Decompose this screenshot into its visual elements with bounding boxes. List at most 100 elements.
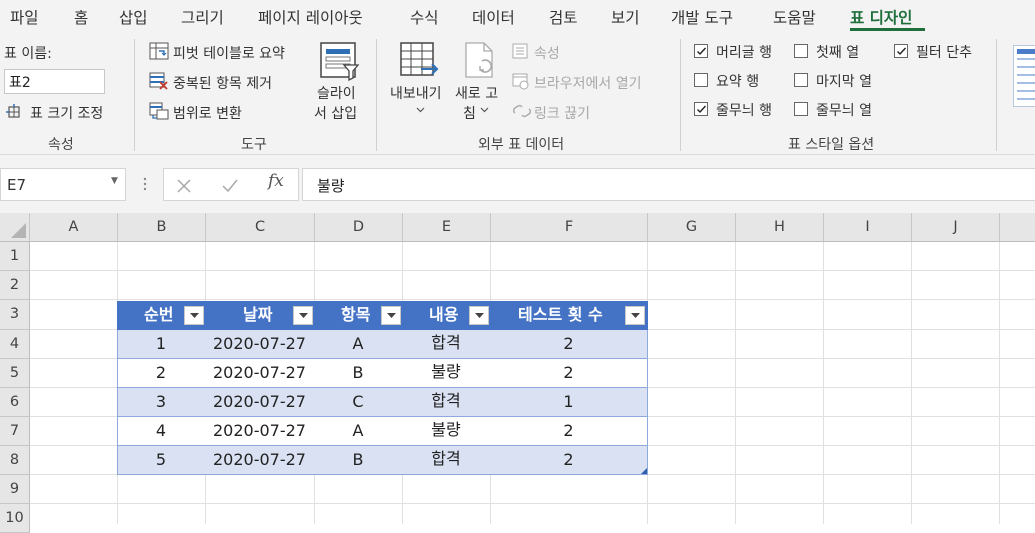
- row-header-7[interactable]: 7: [0, 417, 30, 446]
- convert-to-range-label: 범위로 변환: [173, 103, 242, 123]
- table-cell[interactable]: 2020-07-27: [205, 388, 314, 417]
- table-cell[interactable]: B: [314, 359, 402, 388]
- enter-icon[interactable]: [222, 179, 238, 193]
- table-cell[interactable]: 1: [490, 388, 647, 417]
- column-header-d[interactable]: D: [315, 213, 403, 242]
- checkbox-box: [694, 44, 708, 58]
- group-label-tools: 도구: [241, 134, 267, 154]
- row-header-9[interactable]: 9: [0, 475, 30, 504]
- row-header-2[interactable]: 2: [0, 271, 30, 300]
- browser-icon: [512, 73, 530, 90]
- group-divider: [996, 39, 997, 151]
- formula-input[interactable]: 불량: [302, 168, 1035, 201]
- column-header-e[interactable]: E: [403, 213, 491, 242]
- table-resize-handle-icon[interactable]: [641, 468, 647, 474]
- row-header-3[interactable]: 3: [0, 300, 30, 330]
- gridline: [735, 242, 736, 524]
- column-header-h[interactable]: H: [736, 213, 824, 242]
- table-header-cell[interactable]: 내용: [402, 301, 490, 330]
- row-header-10[interactable]: 10: [0, 504, 30, 533]
- table-cell[interactable]: 3: [117, 388, 205, 417]
- row-header-8[interactable]: 8: [0, 446, 30, 475]
- table-cell[interactable]: 합격: [402, 445, 490, 474]
- tab-review[interactable]: 검토: [549, 6, 578, 28]
- table-cell[interactable]: 5: [117, 446, 205, 475]
- row-header-1[interactable]: 1: [0, 242, 30, 271]
- tab-file[interactable]: 파일: [10, 6, 39, 28]
- tab-help[interactable]: 도움말: [773, 6, 816, 28]
- table-cell[interactable]: 4: [117, 417, 205, 446]
- table-header-cell[interactable]: 항목: [314, 301, 402, 330]
- column-header-k[interactable]: [1000, 213, 1035, 242]
- table-cell[interactable]: 합격: [402, 329, 490, 358]
- column-header-f[interactable]: F: [491, 213, 648, 242]
- table-header-cell[interactable]: 날짜: [205, 301, 314, 330]
- pivot-table-icon: [149, 42, 169, 60]
- resize-table-icon: [6, 104, 22, 120]
- slicer-label-line2: 서 삽입: [314, 103, 357, 123]
- column-header-b[interactable]: B: [118, 213, 206, 242]
- row-header-5[interactable]: 5: [0, 359, 30, 388]
- table-style-gallery-item[interactable]: [1013, 45, 1035, 107]
- formula-bar: E7 ▼ fx 불량: [0, 155, 1035, 213]
- table-cell[interactable]: 2020-07-27: [205, 417, 314, 446]
- name-box-dropdown-icon[interactable]: ▼: [111, 176, 118, 186]
- filter-dropdown-button[interactable]: [184, 306, 204, 325]
- tab-data[interactable]: 데이터: [472, 6, 515, 28]
- gridline: [30, 299, 1035, 300]
- cancel-icon[interactable]: [177, 179, 191, 193]
- gridline: [30, 503, 1035, 504]
- table-name-input[interactable]: [4, 69, 105, 94]
- table-cell[interactable]: 2: [490, 417, 647, 446]
- table-cell[interactable]: 합격: [402, 387, 490, 416]
- row-header-4[interactable]: 4: [0, 330, 30, 359]
- tab-draw[interactable]: 그리기: [181, 6, 224, 28]
- table-cell[interactable]: A: [314, 417, 402, 446]
- insert-function-icon[interactable]: fx: [268, 171, 284, 191]
- table-cell[interactable]: 불량: [402, 358, 490, 387]
- column-header-g[interactable]: G: [648, 213, 736, 242]
- filter-dropdown-button[interactable]: [469, 306, 489, 325]
- table-header-cell[interactable]: 순번: [117, 301, 205, 330]
- table-cell[interactable]: 2020-07-27: [205, 359, 314, 388]
- tab-view[interactable]: 보기: [611, 6, 640, 28]
- checkmark-icon: [696, 104, 707, 115]
- filter-dropdown-button[interactable]: [381, 306, 401, 325]
- group-divider: [134, 39, 135, 151]
- gridline: [30, 270, 1035, 271]
- table-cell[interactable]: 1: [117, 330, 205, 359]
- active-tab-indicator: [850, 28, 925, 31]
- table-cell[interactable]: B: [314, 446, 402, 475]
- table-cell[interactable]: 2020-07-27: [205, 446, 314, 475]
- table-header-cell[interactable]: 테스트 횟 수: [490, 301, 648, 330]
- tab-insert[interactable]: 삽입: [119, 6, 148, 28]
- select-all-corner[interactable]: [0, 213, 30, 242]
- table-cell[interactable]: 2: [490, 446, 647, 475]
- column-header-a[interactable]: A: [30, 213, 118, 242]
- table-cell[interactable]: 2020-07-27: [205, 330, 314, 359]
- column-header-j[interactable]: J: [912, 213, 1000, 242]
- first-column-label: 첫째 열: [816, 42, 859, 62]
- table-cell[interactable]: A: [314, 330, 402, 359]
- column-header-c[interactable]: C: [206, 213, 315, 242]
- table-cell[interactable]: 2: [490, 330, 647, 359]
- column-header-i[interactable]: I: [824, 213, 912, 242]
- gridline: [911, 242, 912, 524]
- tab-developer[interactable]: 개발 도구: [671, 6, 733, 28]
- total-row-label: 요약 행: [716, 71, 759, 91]
- table-cell[interactable]: 2: [490, 359, 647, 388]
- table-cell-active[interactable]: 불량: [402, 416, 490, 445]
- name-box[interactable]: E7: [0, 168, 126, 201]
- gridline: [999, 242, 1000, 524]
- tab-page-layout[interactable]: 페이지 레이아웃: [258, 6, 363, 28]
- tab-table-design[interactable]: 표 디자인: [850, 6, 912, 28]
- row-header-6[interactable]: 6: [0, 388, 30, 417]
- tab-formulas[interactable]: 수식: [410, 6, 439, 28]
- filter-dropdown-button[interactable]: [293, 306, 313, 325]
- filter-dropdown-button[interactable]: [625, 306, 645, 325]
- table-cell[interactable]: 2: [117, 359, 205, 388]
- remove-duplicates-icon: [149, 72, 169, 90]
- tab-home[interactable]: 홈: [74, 6, 88, 28]
- formula-bar-grip-icon[interactable]: [143, 176, 147, 192]
- table-cell[interactable]: C: [314, 388, 402, 417]
